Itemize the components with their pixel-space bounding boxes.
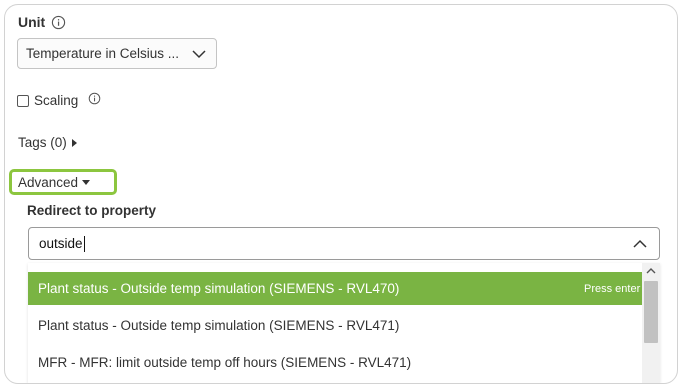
scaling-row: Scaling — [17, 92, 101, 108]
scrollbar-thumb[interactable] — [644, 281, 658, 343]
option-label: Plant status - Outside temp simulation (… — [38, 281, 400, 296]
option-item[interactable]: Plant status - Outside temp simulation (… — [28, 309, 642, 342]
option-label: MFR - MFR: limit outside temp off hours … — [38, 355, 412, 370]
chevron-up-icon[interactable] — [631, 235, 649, 253]
option-item[interactable]: Plant status - Outside temp simulation (… — [28, 272, 642, 305]
advanced-label: Advanced — [18, 175, 79, 190]
scaling-checkbox[interactable] — [17, 94, 29, 107]
chevron-down-icon — [192, 49, 206, 58]
option-label: Plant status - Outside temp simulation (… — [38, 318, 400, 333]
scroll-up-arrow-icon[interactable] — [642, 265, 660, 277]
properties-panel: Unit Temperature in Celsius ... Scaling … — [4, 4, 678, 384]
advanced-toggle[interactable]: Advanced — [18, 175, 91, 190]
info-circle-icon[interactable] — [88, 92, 101, 105]
scrollbar[interactable] — [642, 263, 660, 383]
unit-label: Unit — [18, 14, 46, 30]
tags-toggle[interactable]: Tags (0) — [18, 135, 77, 150]
unit-select-value: Temperature in Celsius ... — [26, 46, 180, 61]
search-input[interactable]: outside — [39, 235, 631, 252]
caret-down-icon — [82, 180, 91, 185]
redirect-property-options: Plant status - Outside temp simulation (… — [28, 263, 660, 383]
scaling-label[interactable]: Scaling — [34, 93, 78, 108]
redirect-property-search[interactable]: outside — [28, 227, 660, 260]
press-enter-hint: Press enter — [584, 282, 641, 295]
caret-right-icon — [71, 138, 77, 147]
option-item[interactable]: MFR - MFR: limit outside temp off hours … — [28, 346, 642, 379]
unit-label-row: Unit — [18, 14, 66, 30]
text-cursor — [83, 235, 85, 252]
info-circle-icon[interactable] — [51, 15, 66, 30]
unit-select[interactable]: Temperature in Celsius ... — [17, 38, 217, 69]
redirect-property-label: Redirect to property — [27, 203, 157, 218]
search-input-value: outside — [39, 236, 83, 251]
tags-label: Tags (0) — [18, 135, 67, 150]
